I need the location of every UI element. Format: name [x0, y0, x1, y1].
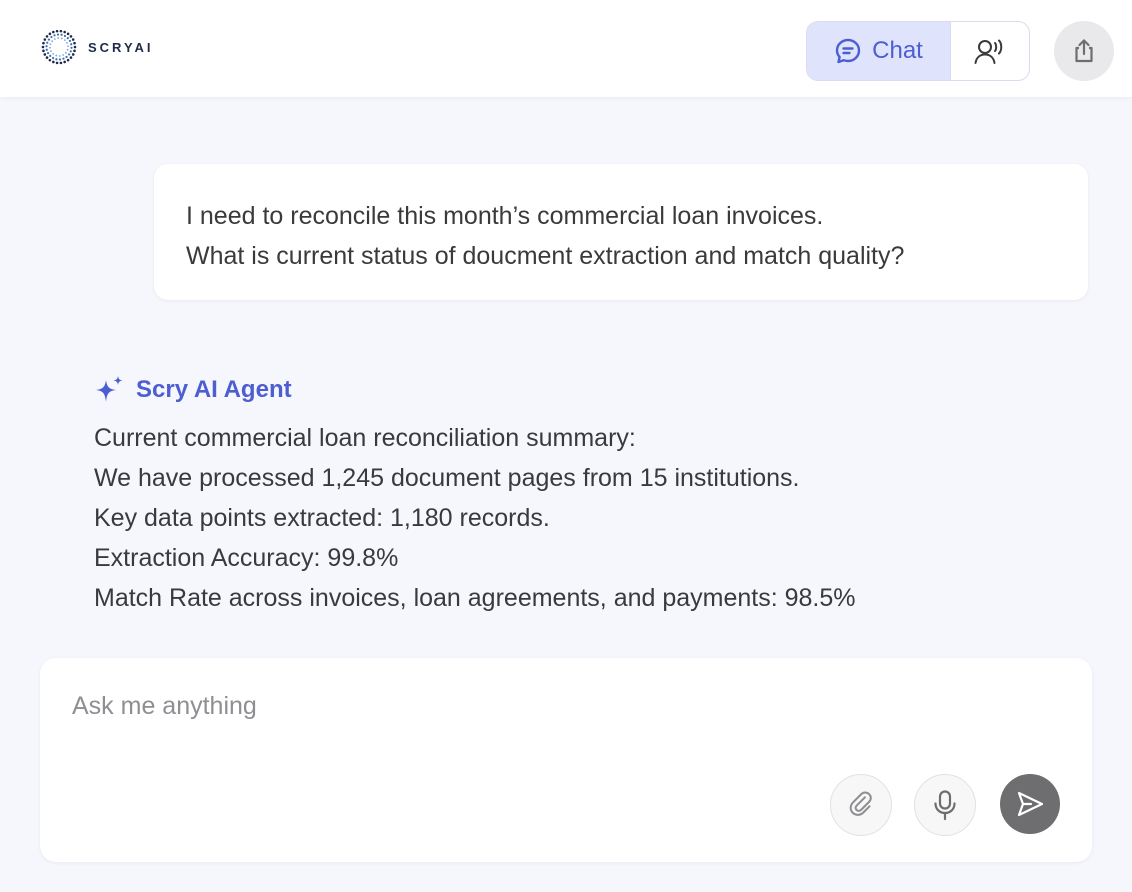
- agent-message-line: Key data points extracted: 1,180 records…: [94, 504, 550, 532]
- send-arrow-icon: [1017, 791, 1044, 817]
- voice-agent-icon: [974, 39, 1003, 64]
- microphone-icon: [934, 790, 956, 821]
- scryai-logo[interactable]: SCRYAI: [40, 28, 153, 66]
- agent-message-line: Match Rate across invoices, loan agreeme…: [94, 584, 856, 612]
- chat-mode-label: Chat: [872, 37, 923, 64]
- agent-name: Scry AI Agent: [136, 376, 292, 403]
- user-message-bubble: I need to reconcile this month’s commerc…: [154, 164, 1088, 300]
- agent-message-line: Extraction Accuracy: 99.8%: [94, 544, 399, 572]
- sparkle-icon: [96, 376, 123, 402]
- agent-header: Scry AI Agent: [94, 374, 292, 406]
- share-button[interactable]: [1054, 21, 1114, 81]
- app-header: SCRYAI Chat: [0, 0, 1132, 97]
- chat-bubble-icon: [835, 38, 861, 64]
- message-input[interactable]: [72, 686, 1052, 726]
- voice-mode-button[interactable]: [950, 22, 1029, 80]
- mode-toggle: Chat: [806, 21, 1030, 81]
- agent-message-line: Current commercial loan reconciliation s…: [94, 424, 636, 452]
- scryai-logo-icon: [41, 29, 77, 65]
- agent-message: Current commercial loan reconciliation s…: [94, 418, 856, 618]
- attach-button[interactable]: [830, 774, 892, 836]
- logo-text: SCRYAI: [88, 39, 154, 55]
- paperclip-icon: [849, 791, 872, 816]
- composer: [40, 658, 1092, 862]
- send-button[interactable]: [1000, 774, 1060, 834]
- user-message-line: I need to reconcile this month’s commerc…: [186, 202, 824, 230]
- user-message-line: What is current status of doucment extra…: [186, 242, 905, 270]
- share-upload-icon: [1075, 39, 1093, 63]
- agent-message-line: We have processed 1,245 document pages f…: [94, 464, 800, 492]
- chat-mode-button[interactable]: Chat: [807, 22, 950, 80]
- microphone-button[interactable]: [914, 774, 976, 836]
